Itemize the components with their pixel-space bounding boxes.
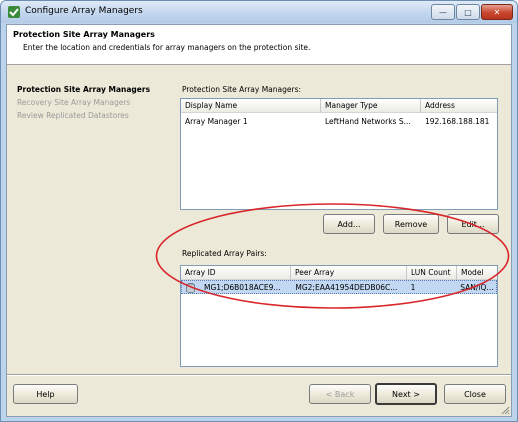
- nav-step-review-datastores[interactable]: Review Replicated Datastores: [17, 111, 182, 124]
- managers-section-label: Protection Site Array Managers:: [182, 85, 302, 94]
- help-button[interactable]: Help: [13, 384, 78, 404]
- manager-display-name: Array Manager 1: [185, 117, 248, 126]
- maximize-icon: □: [464, 7, 472, 17]
- nav-step-protection-site[interactable]: Protection Site Array Managers: [17, 85, 182, 98]
- maximize-button[interactable]: □: [456, 4, 480, 20]
- array-managers-header: Display Name Manager Type Address: [181, 99, 497, 113]
- configure-array-managers-window: Configure Array Managers — □ ✕ Protectio…: [0, 0, 518, 422]
- column-header-display-name[interactable]: Display Name: [181, 99, 321, 113]
- manager-address: 192.168.188.181: [425, 117, 490, 126]
- nav-step-recovery-site[interactable]: Recovery Site Array Managers: [17, 98, 182, 111]
- window-title: Configure Array Managers: [25, 6, 143, 16]
- close-icon: ✕: [493, 7, 501, 17]
- column-header-manager-type[interactable]: Manager Type: [321, 99, 421, 113]
- manager-type: LeftHand Networks S...: [325, 117, 411, 126]
- resize-grip-icon[interactable]: [500, 405, 510, 415]
- minimize-button[interactable]: —: [431, 4, 455, 20]
- wizard-header: Protection Site Array Managers Enter the…: [7, 25, 511, 65]
- table-row[interactable]: Array Manager 1 LeftHand Networks S... 1…: [181, 115, 497, 129]
- wizard-step-title: Protection Site Array Managers: [13, 30, 155, 39]
- wizard-step-subtitle: Enter the location and credentials for a…: [23, 43, 311, 52]
- annotation-ellipse: [155, 203, 510, 309]
- column-header-address[interactable]: Address: [421, 99, 497, 113]
- footer-separator: [7, 374, 511, 376]
- red-highlight-ellipse: [155, 203, 510, 309]
- back-button[interactable]: < Back: [309, 384, 371, 404]
- close-button[interactable]: Close: [444, 384, 506, 404]
- close-window-button[interactable]: ✕: [481, 4, 513, 20]
- title-bar[interactable]: Configure Array Managers — □ ✕: [1, 1, 517, 23]
- array-managers-table[interactable]: Display Name Manager Type Address Array …: [180, 98, 498, 210]
- wizard-step-nav: Protection Site Array Managers Recovery …: [17, 85, 182, 124]
- minimize-icon: —: [439, 7, 447, 17]
- vsphere-app-icon: [8, 6, 20, 18]
- next-button[interactable]: Next >: [375, 383, 437, 405]
